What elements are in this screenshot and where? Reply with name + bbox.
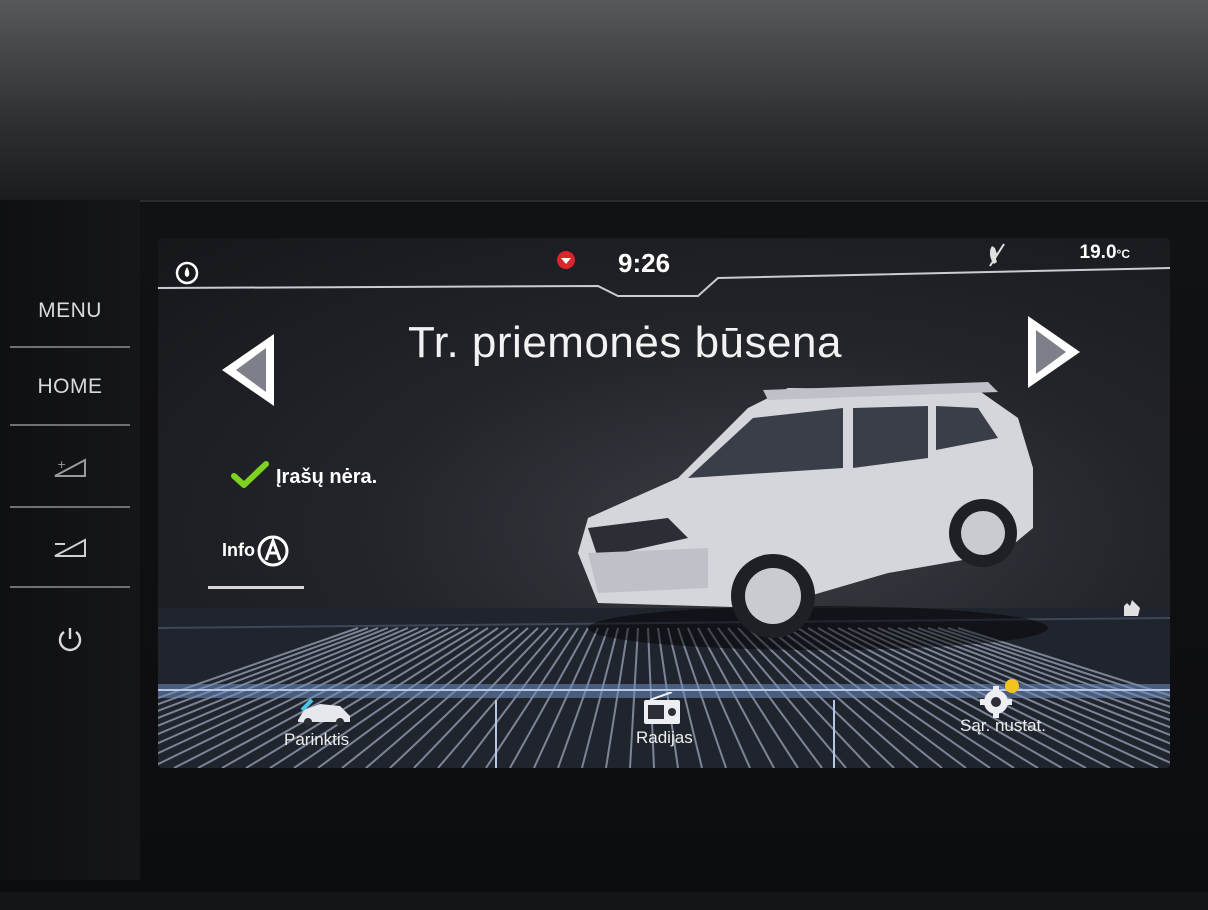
bottom-bar-label: Sąr. nustat. bbox=[960, 716, 1046, 735]
hardware-button-panel: MENU HOME + bbox=[0, 200, 140, 880]
radio-icon bbox=[644, 692, 680, 724]
auto-a-icon bbox=[257, 535, 289, 567]
info-label: Info bbox=[222, 539, 255, 560]
info-button[interactable]: Info bbox=[222, 534, 290, 568]
power-icon bbox=[58, 628, 82, 652]
bottom-bar-label: Parinktis bbox=[284, 730, 350, 749]
status-message: Įrašų nėra. bbox=[276, 466, 378, 488]
power-button[interactable] bbox=[20, 608, 120, 670]
bottom-bar-item-radio[interactable]: Radijas bbox=[628, 692, 708, 756]
alert-icon bbox=[557, 251, 575, 269]
volume-down-button[interactable] bbox=[20, 516, 120, 578]
status-bar: 9:26 19.0°C bbox=[158, 238, 1170, 297]
outside-temperature: 19.0°C bbox=[1080, 242, 1130, 264]
volume-up-button[interactable]: + bbox=[20, 436, 120, 498]
previous-page-arrow-icon[interactable] bbox=[218, 330, 278, 410]
volume-down-icon bbox=[54, 538, 86, 557]
phone-off-icon bbox=[989, 243, 1005, 267]
infotainment-screen: 9:26 19.0°C Tr. priemonės būsena Įrašų n… bbox=[158, 238, 1170, 768]
temperature-value: 19.0 bbox=[1079, 242, 1117, 263]
drop-icon bbox=[175, 261, 199, 285]
checkmark-icon bbox=[231, 461, 269, 488]
selection-underline bbox=[208, 586, 304, 589]
home-button[interactable]: HOME bbox=[20, 356, 120, 418]
vehicle-image bbox=[578, 382, 1048, 650]
bottom-bar-item-settings[interactable]: Sąr. nustat. bbox=[948, 678, 1078, 748]
separator bbox=[10, 586, 130, 588]
hand-gesture-icon bbox=[1124, 600, 1140, 616]
car-options-icon bbox=[298, 698, 350, 726]
svg-text:+: + bbox=[57, 458, 67, 471]
separator bbox=[10, 346, 130, 348]
volume-up-icon: + bbox=[54, 458, 86, 477]
separator bbox=[10, 506, 130, 508]
page-title: Tr. priemonės būsena bbox=[408, 318, 842, 367]
settings-gear-icon bbox=[980, 679, 1019, 718]
bottom-bar-label: Radijas bbox=[636, 728, 693, 747]
separator bbox=[10, 424, 130, 426]
menu-button[interactable]: MENU bbox=[20, 280, 120, 342]
bottom-bar-item-options[interactable]: Parinktis bbox=[278, 698, 398, 758]
clock: 9:26 bbox=[618, 248, 671, 278]
temperature-unit: °C bbox=[1116, 247, 1130, 261]
